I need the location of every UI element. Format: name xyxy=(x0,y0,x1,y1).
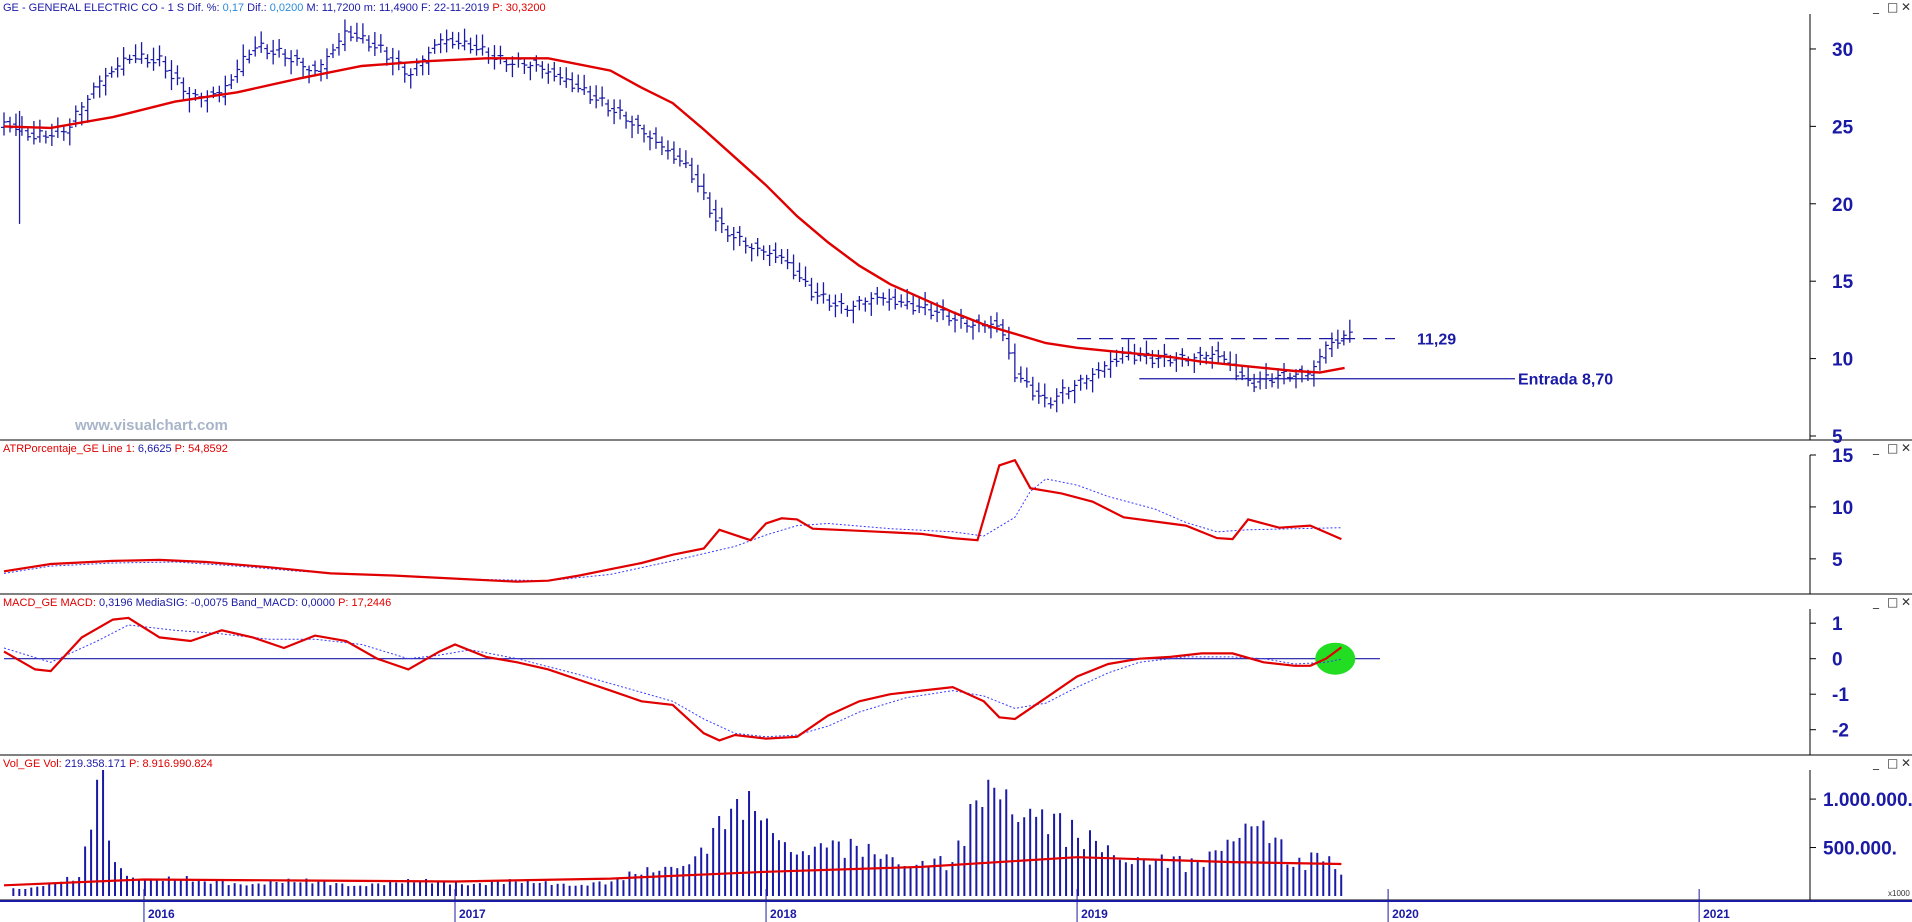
atr-minimize-button[interactable]: _ xyxy=(1872,441,1880,455)
volume-restore-button[interactable]: □ xyxy=(1887,756,1898,770)
x-axis-label: 2021 xyxy=(1703,907,1730,921)
macd-header-seg: 0,3196 MediaSIG: -0,0075 Band_MACD: 0,00… xyxy=(99,597,335,609)
macd-y-tick-label: 0 xyxy=(1832,650,1843,671)
atr-header-seg: P: 54,8592 xyxy=(172,443,228,455)
x-axis-label: 2017 xyxy=(459,907,486,921)
price-header-seg: M: 11,7200 m: 11,4900 F: 22-11-2019 xyxy=(303,2,492,14)
x-axis-label: 2018 xyxy=(770,907,797,921)
macd-header-seg: P: 17,2446 xyxy=(335,597,391,609)
atr-y-tick-label: 15 xyxy=(1832,446,1854,467)
atr-header: ATRPorcentaje_GE Line 1: 6,6625 P: 54,85… xyxy=(3,443,228,455)
volume-scale-note: x1000 xyxy=(1888,889,1910,898)
volume-header-seg: Vol_GE Vol: xyxy=(3,758,65,770)
price-restore-button[interactable]: □ xyxy=(1887,0,1898,14)
atr-y-tick-label: 10 xyxy=(1832,498,1853,519)
chart-canvas: GE - GENERAL ELECTRIC CO - 1 S Dif. %: 0… xyxy=(0,0,1912,922)
macd-restore-button[interactable]: □ xyxy=(1887,595,1898,609)
price-y-tick-label: 5 xyxy=(1832,427,1843,448)
atr-panel xyxy=(0,441,1912,594)
price-y-tick-label: 20 xyxy=(1832,195,1853,216)
macd-y-tick-label: 1 xyxy=(1832,614,1843,635)
atr-header-seg: ATRPorcentaje_GE Line 1: xyxy=(3,443,138,455)
atr-y-tick-label: 5 xyxy=(1832,550,1843,571)
x-axis-label: 2019 xyxy=(1081,907,1108,921)
macd-header-seg: MACD_GE MACD: xyxy=(3,597,99,609)
price-panel xyxy=(0,0,1912,440)
x-axis-label: 2016 xyxy=(148,907,175,921)
watermark: www.visualchart.com xyxy=(74,417,228,434)
volume-close-button[interactable]: ✕ xyxy=(1901,756,1911,770)
volume-header-seg: P: 8.916.990.824 xyxy=(126,758,213,770)
price-header-seg: 0,0200 xyxy=(270,2,304,14)
volume-y-tick-label: 1.000.000. xyxy=(1823,790,1912,811)
price-header-seg: P: 30,3200 xyxy=(492,2,545,14)
macd-header: MACD_GE MACD: 0,3196 MediaSIG: -0,0075 B… xyxy=(3,597,391,609)
price-header-seg: 0,17 xyxy=(223,2,244,14)
price-y-tick-label: 25 xyxy=(1832,117,1854,138)
macd-close-button[interactable]: ✕ xyxy=(1901,595,1911,609)
macd-panel xyxy=(0,595,1912,755)
price-header-seg: Dif.: xyxy=(244,2,270,14)
price-header-seg: GE - GENERAL ELECTRIC CO - 1 S Dif. %: xyxy=(3,2,223,14)
macd-minimize-button[interactable]: _ xyxy=(1872,595,1880,609)
atr-header-seg: 6,6625 xyxy=(138,443,172,455)
price-y-tick-label: 15 xyxy=(1832,272,1854,293)
price-minimize-button[interactable]: _ xyxy=(1872,0,1880,14)
macd-y-tick-label: -2 xyxy=(1832,721,1849,742)
x-axis-label: 2020 xyxy=(1392,907,1419,921)
price-header: GE - GENERAL ELECTRIC CO - 1 S Dif. %: 0… xyxy=(3,2,546,14)
price-y-tick-label: 30 xyxy=(1832,40,1853,61)
resistance-label: 11,29 xyxy=(1417,332,1456,349)
macd-crossover-highlight xyxy=(1315,642,1356,675)
atr-restore-button[interactable]: □ xyxy=(1887,441,1898,455)
entry-label: Entrada 8,70 xyxy=(1518,372,1613,389)
volume-y-tick-label: 500.000. xyxy=(1823,839,1897,860)
volume-minimize-button[interactable]: _ xyxy=(1872,756,1880,770)
macd-y-tick-label: -1 xyxy=(1832,685,1849,706)
volume-header-seg: 219.358.171 xyxy=(65,758,126,770)
volume-header: Vol_GE Vol: 219.358.171 P: 8.916.990.824 xyxy=(3,758,213,770)
price-close-button[interactable]: ✕ xyxy=(1901,0,1911,14)
atr-close-button[interactable]: ✕ xyxy=(1901,441,1911,455)
volume-panel xyxy=(0,756,1912,900)
price-y-tick-label: 10 xyxy=(1832,350,1853,371)
